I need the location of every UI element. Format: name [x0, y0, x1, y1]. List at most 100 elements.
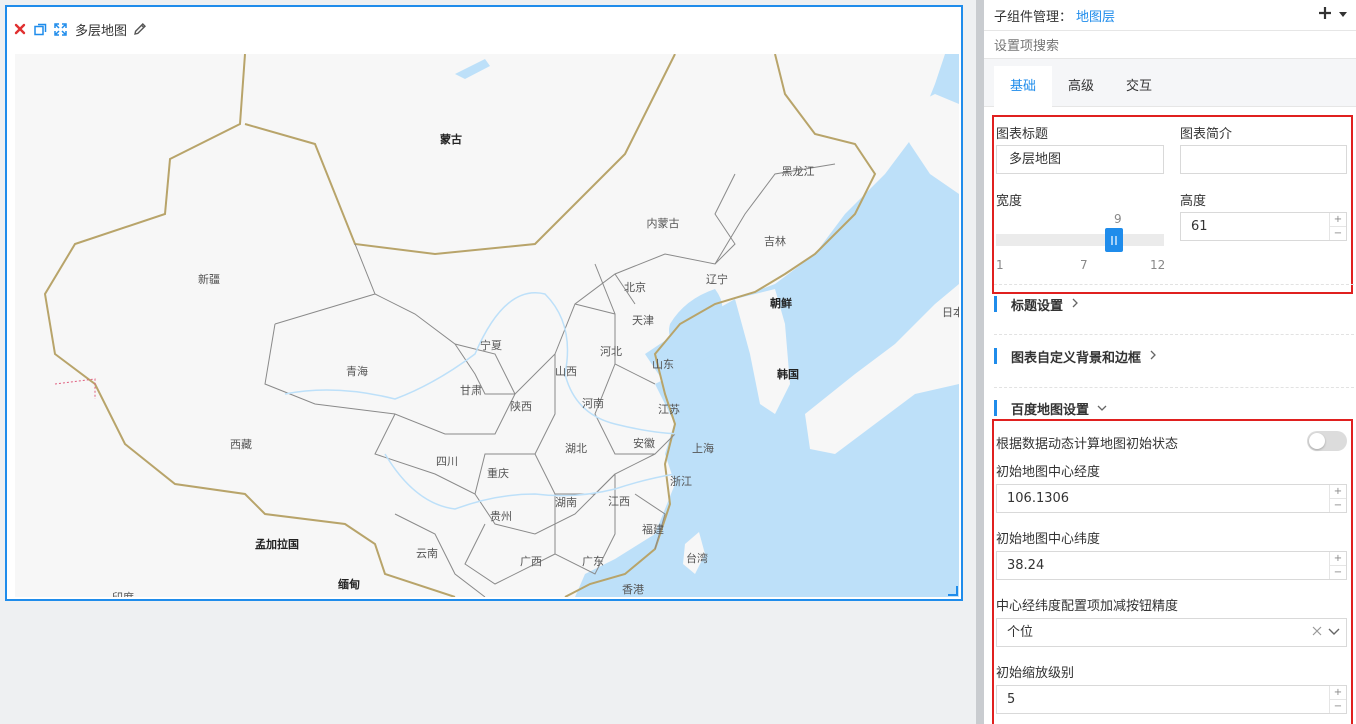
map-label-qinghai: 青海 [346, 365, 368, 378]
center-lng-increment-button[interactable]: + [1330, 485, 1346, 499]
map-label-anhui: 安徽 [633, 437, 655, 450]
height-decrement-button[interactable]: − [1330, 227, 1346, 240]
height-stepper[interactable]: 61 + − [1180, 212, 1347, 241]
edit-pencil-icon[interactable] [133, 22, 147, 36]
map-label-fujian: 福建 [642, 523, 664, 536]
map-label-myanmar: 缅甸 [338, 578, 360, 591]
zoom-decrement-button[interactable]: − [1330, 700, 1346, 713]
center-lng-stepper[interactable]: 106.1306 + − [996, 484, 1347, 513]
settings-search-row [984, 30, 1356, 59]
height-value: 61 [1191, 219, 1208, 234]
section-baidu-map-label: 百度地图设置 [1011, 402, 1090, 418]
section-baidu-map[interactable]: 百度地图设置 [994, 398, 1107, 418]
map-label-guizhou: 贵州 [490, 510, 512, 523]
map-label-guangdong: 广东 [582, 555, 604, 568]
precision-select[interactable]: 个位 [996, 618, 1347, 647]
widget-title: 多层地图 [75, 23, 128, 39]
map-label-sichuan: 四川 [436, 455, 458, 468]
zoom-stepper[interactable]: 5 + − [996, 685, 1347, 714]
width-label: 宽度 [996, 194, 1023, 209]
sub-component-header: 子组件管理： 地图层 [984, 0, 1356, 30]
width-slider-max: 12 [1150, 258, 1166, 272]
map-label-liaoning: 辽宁 [706, 273, 728, 286]
map-label-shanxi: 山西 [555, 365, 577, 378]
settings-tabs: 基础 高级 交互 [984, 59, 1356, 107]
widget-toolbar: 多层地图 [13, 19, 147, 39]
settings-search-input[interactable] [992, 34, 1346, 58]
section-bar [994, 296, 997, 312]
section-title-settings[interactable]: 标题设置 [994, 294, 1079, 314]
tab-advanced[interactable]: 高级 [1052, 66, 1110, 107]
center-lng-decrement-button[interactable]: − [1330, 499, 1346, 512]
map-label-zhejiang: 浙江 [670, 475, 692, 488]
precision-label: 中心经纬度配置项加减按钮精度 [996, 599, 1179, 614]
map-label-beijing: 北京 [624, 281, 646, 294]
sub-component-actions [1318, 6, 1348, 24]
map-label-henan: 河南 [582, 397, 604, 410]
divider-line [994, 284, 1354, 285]
width-slider-mid: 7 [1080, 258, 1088, 272]
add-icon[interactable] [1318, 6, 1332, 24]
map-svg [15, 54, 959, 597]
map-label-chongqing: 重庆 [487, 467, 509, 480]
map-label-jiangsu: 江苏 [658, 403, 680, 416]
center-lat-increment-button[interactable]: + [1330, 552, 1346, 566]
chevron-down-icon[interactable] [1328, 619, 1340, 646]
section-title-settings-label: 标题设置 [1011, 298, 1064, 314]
zoom-increment-button[interactable]: + [1330, 686, 1346, 700]
map-canvas[interactable]: 蒙古 黑龙江 内蒙古 吉林 新疆 辽宁 朝鲜 日本 北京 天津 宁夏 河北 山东… [15, 54, 959, 597]
chart-desc-input[interactable] [1180, 145, 1347, 174]
sub-component-link[interactable]: 地图层 [1076, 6, 1115, 25]
width-slider-value: 9 [1114, 212, 1122, 226]
section-bar [994, 400, 997, 416]
map-label-bangladesh: 孟加拉国 [255, 538, 299, 551]
center-lat-label: 初始地图中心纬度 [996, 532, 1101, 547]
fullscreen-icon[interactable] [53, 22, 67, 36]
center-lng-value: 106.1306 [1007, 491, 1070, 506]
map-label-shanghai: 上海 [692, 442, 714, 455]
map-label-yunnan: 云南 [416, 547, 438, 560]
panel-splitter[interactable] [976, 0, 984, 724]
map-label-tianjin: 天津 [632, 314, 654, 327]
width-slider-track[interactable] [996, 234, 1164, 246]
tab-basic[interactable]: 基础 [994, 66, 1052, 107]
map-label-north-korea: 朝鲜 [770, 297, 792, 310]
map-label-hunan: 湖南 [555, 496, 577, 509]
precision-value: 个位 [1007, 625, 1034, 640]
width-slider-handle[interactable] [1105, 228, 1123, 252]
height-label: 高度 [1180, 194, 1207, 209]
map-widget[interactable]: 多层地图 蒙古 黑龙江 内蒙古 吉林 新疆 辽宁 朝鲜 日本 北京 天津 宁夏 … [5, 5, 963, 601]
divider-line [994, 387, 1354, 388]
close-icon[interactable] [13, 22, 27, 36]
map-label-neimenggu: 内蒙古 [646, 217, 680, 230]
section-bar [994, 348, 997, 364]
map-label-xizang: 西藏 [230, 438, 252, 451]
map-label-taiwan: 台湾 [686, 552, 708, 565]
chart-title-label: 图表标题 [996, 127, 1049, 142]
section-custom-bg-label: 图表自定义背景和边框 [1011, 350, 1142, 366]
map-label-xinjiang: 新疆 [198, 273, 220, 286]
tab-interaction[interactable]: 交互 [1110, 66, 1168, 107]
chart-title-input[interactable]: 多层地图 [996, 145, 1164, 174]
settings-panel: 子组件管理： 地图层 基础 高级 交互 图表标题 多层地图 图表简介 宽度 9 … [984, 0, 1356, 724]
map-label-ningxia: 宁夏 [480, 339, 502, 352]
map-label-gansu: 甘肃 [460, 384, 482, 397]
toggle-knob [1309, 433, 1325, 449]
map-label-shaanxi: 陕西 [510, 400, 532, 413]
clear-icon[interactable] [1312, 619, 1322, 646]
width-slider-min: 1 [996, 258, 1004, 272]
center-lat-stepper[interactable]: 38.24 + − [996, 551, 1347, 580]
height-increment-button[interactable]: + [1330, 213, 1346, 227]
copy-icon[interactable] [33, 22, 47, 36]
sub-component-label: 子组件管理： [994, 9, 1073, 25]
caret-down-icon[interactable] [1338, 8, 1348, 23]
dynamic-state-toggle[interactable] [1307, 431, 1347, 451]
widget-resize-handle[interactable] [948, 586, 958, 596]
chart-desc-label: 图表简介 [1180, 127, 1233, 142]
chevron-right-icon [1149, 349, 1157, 363]
map-label-jilin: 吉林 [764, 235, 786, 248]
chevron-down-icon [1097, 401, 1107, 415]
map-label-hongkong: 香港 [622, 583, 644, 596]
center-lat-decrement-button[interactable]: − [1330, 566, 1346, 579]
section-custom-bg[interactable]: 图表自定义背景和边框 [994, 346, 1157, 366]
